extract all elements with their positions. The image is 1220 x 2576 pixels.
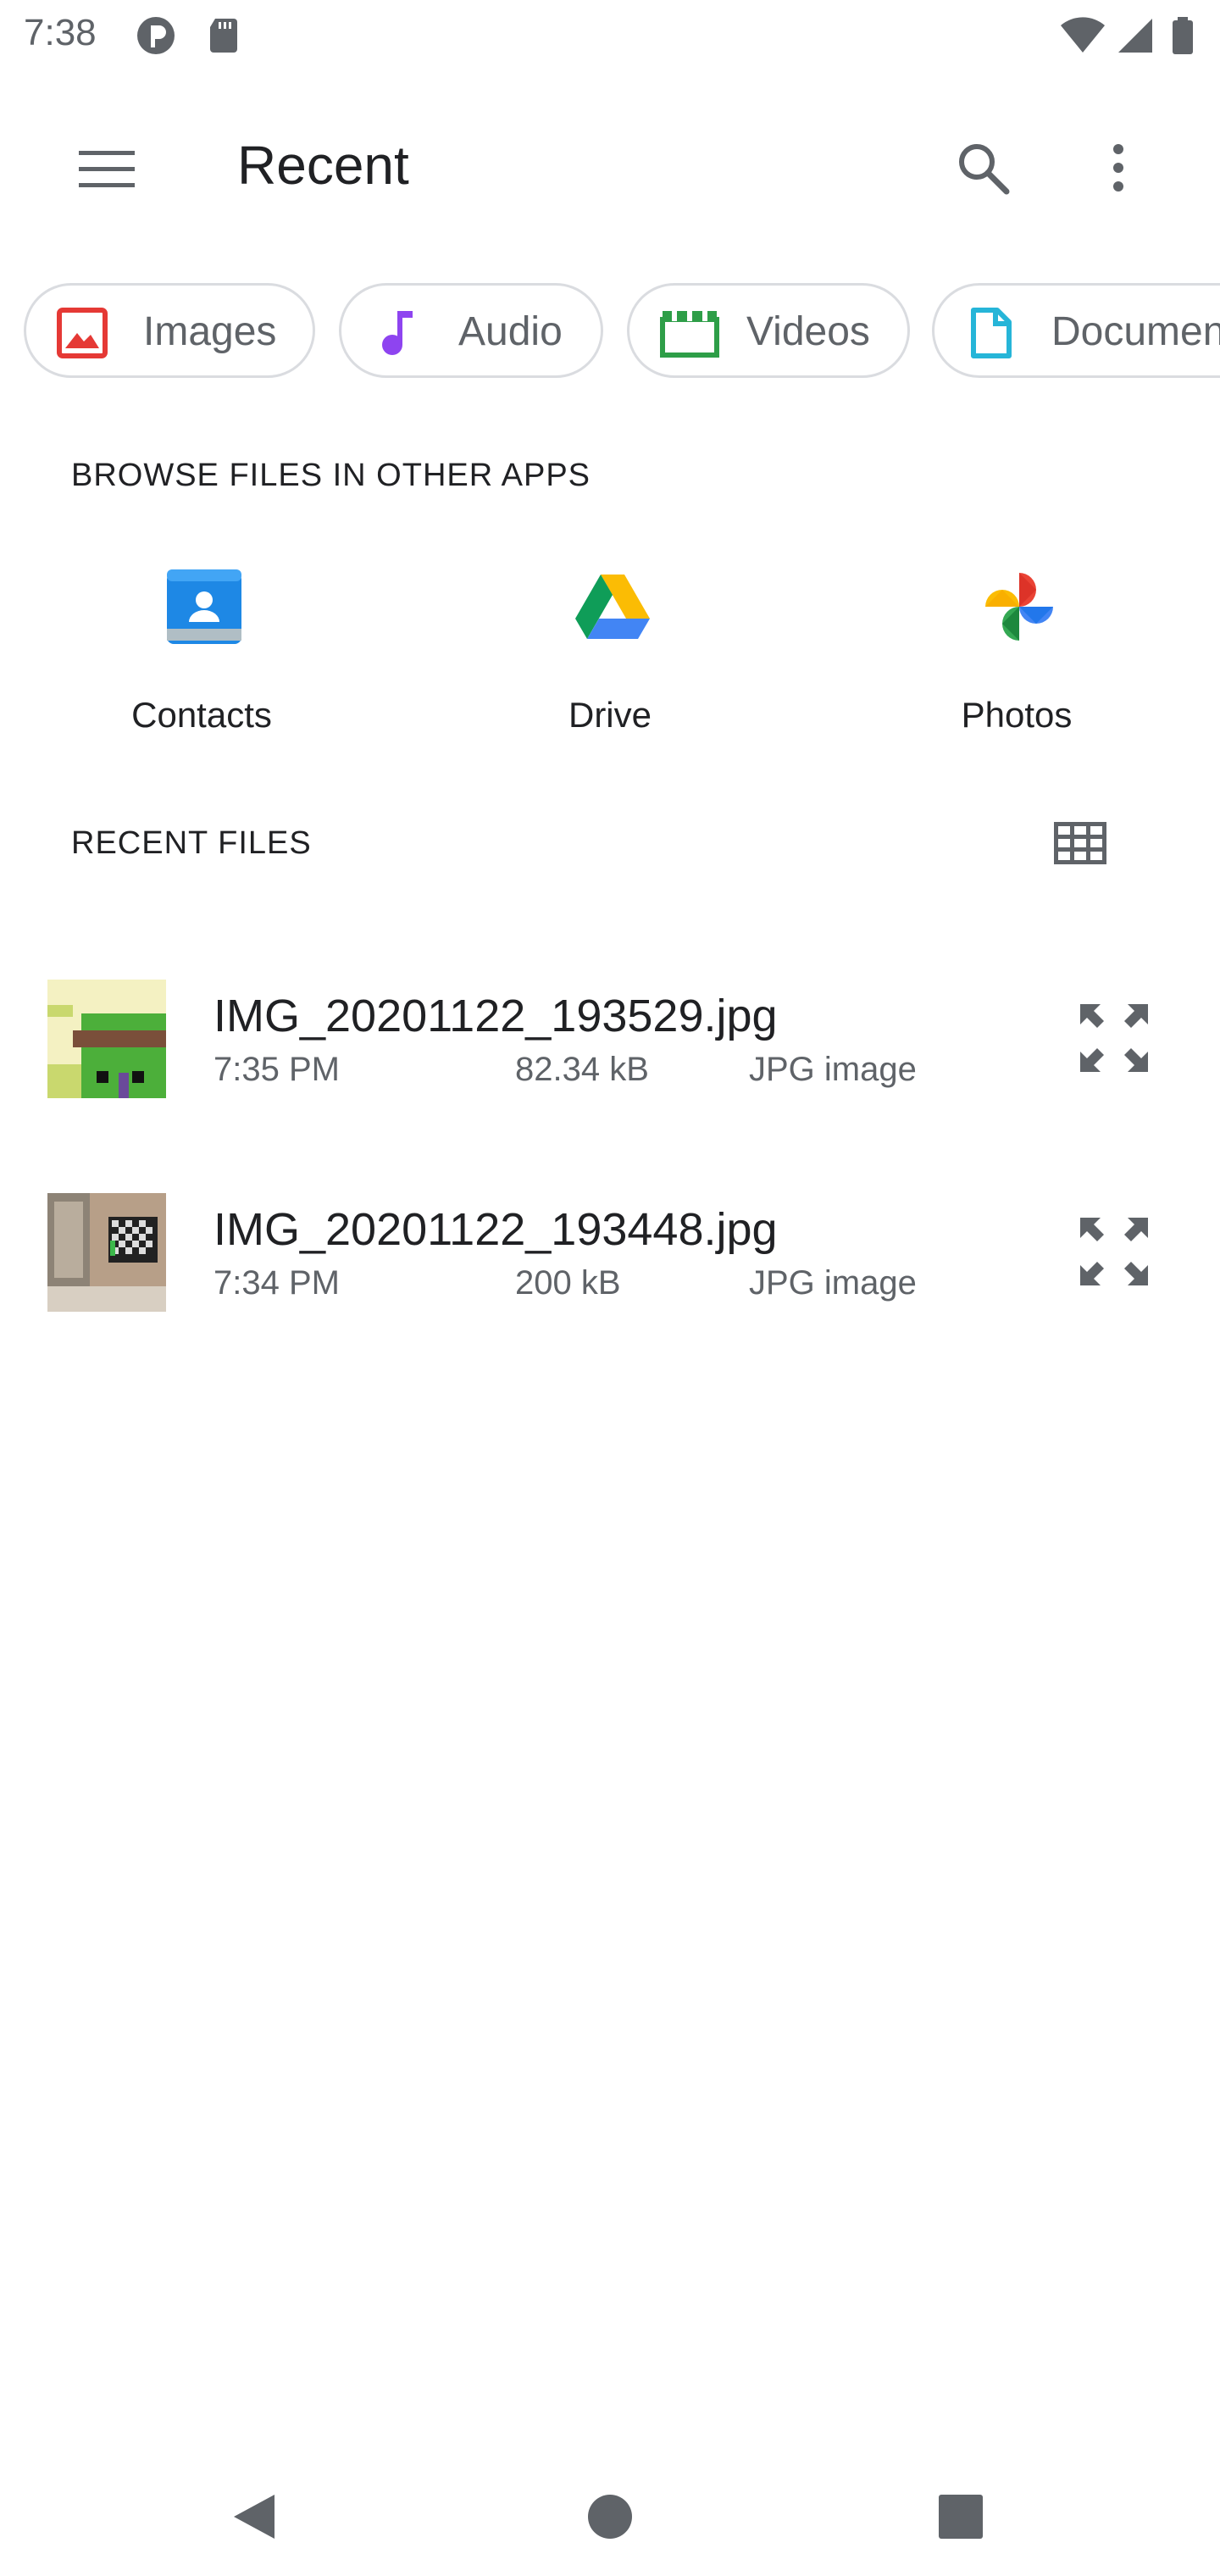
file-type: JPG image <box>749 1051 917 1088</box>
status-bar: 7:38 <box>0 0 1220 71</box>
photos-icon <box>985 573 1053 641</box>
sd-card-icon <box>210 19 237 53</box>
file-thumbnail <box>47 1193 166 1312</box>
chip-label: Audio <box>458 309 563 354</box>
home-button[interactable] <box>568 2474 652 2559</box>
search-icon <box>959 144 1010 195</box>
menu-button[interactable] <box>64 127 149 212</box>
hamburger-menu-icon <box>79 151 135 187</box>
page-title: Recent <box>237 135 409 196</box>
file-thumbnail <box>47 980 166 1098</box>
more-options-button[interactable] <box>1076 125 1161 210</box>
app-photos[interactable]: Photos <box>890 559 1144 754</box>
back-triangle-icon <box>234 2495 274 2539</box>
battery-icon <box>1173 17 1193 54</box>
file-time: 7:34 PM <box>214 1264 340 1302</box>
preview-button[interactable] <box>1068 1205 1161 1298</box>
status-time: 7:38 <box>24 12 97 53</box>
chip-audio[interactable]: Audio <box>339 283 603 378</box>
file-row[interactable]: IMG_20201122_193448.jpg 7:34 PM 200 kB J… <box>0 1171 1220 1341</box>
wifi-icon <box>1061 17 1105 53</box>
chip-label: Videos <box>746 309 870 354</box>
browse-section-header: BROWSE FILES IN OTHER APPS <box>71 458 591 493</box>
preview-button[interactable] <box>1068 991 1161 1085</box>
app-label: Photos <box>961 695 1073 735</box>
file-type: JPG image <box>749 1264 917 1302</box>
home-circle-icon <box>588 2495 632 2539</box>
image-icon <box>57 308 108 358</box>
back-button[interactable] <box>212 2474 297 2559</box>
chip-documents[interactable]: Documents <box>932 283 1220 378</box>
file-name: IMG_20201122_193448.jpg <box>214 1204 778 1255</box>
cell-signal-icon <box>1118 19 1152 53</box>
file-name: IMG_20201122_193529.jpg <box>214 991 778 1041</box>
chip-videos[interactable]: Videos <box>627 283 910 378</box>
chip-label: Documents <box>1051 309 1220 354</box>
drive-icon <box>575 575 650 639</box>
recents-square-icon <box>939 2495 983 2539</box>
app-label: Contacts <box>131 695 272 735</box>
file-size: 82.34 kB <box>515 1051 649 1088</box>
file-size: 200 kB <box>515 1264 621 1302</box>
app-drive[interactable]: Drive <box>483 559 737 754</box>
grid-view-button[interactable] <box>1034 797 1127 890</box>
app-label: Drive <box>568 695 652 735</box>
screen: 7:38 Recent Images Audio Videos Documen … <box>0 0 1220 2576</box>
chip-label: Images <box>143 309 277 354</box>
expand-icon <box>1080 1218 1148 1285</box>
app-contacts[interactable]: Contacts <box>75 559 329 754</box>
search-button[interactable] <box>940 125 1025 210</box>
contacts-icon <box>167 569 241 644</box>
chip-images[interactable]: Images <box>24 283 315 378</box>
more-vert-icon <box>1113 144 1123 192</box>
grid-view-icon <box>1054 822 1106 864</box>
music-note-icon <box>382 311 413 355</box>
document-icon <box>971 308 1012 358</box>
file-row[interactable]: IMG_20201122_193529.jpg 7:35 PM 82.34 kB… <box>0 958 1220 1127</box>
app-bar: Recent <box>0 102 1220 229</box>
expand-icon <box>1080 1004 1148 1072</box>
movie-icon <box>660 311 719 358</box>
recents-button[interactable] <box>918 2474 1003 2559</box>
app-notification-icon <box>137 17 175 54</box>
file-time: 7:35 PM <box>214 1051 340 1088</box>
recent-section-header: RECENT FILES <box>71 825 312 861</box>
system-nav-bar <box>0 2457 1220 2576</box>
category-chips: Images Audio Videos Documen <box>0 283 1220 381</box>
